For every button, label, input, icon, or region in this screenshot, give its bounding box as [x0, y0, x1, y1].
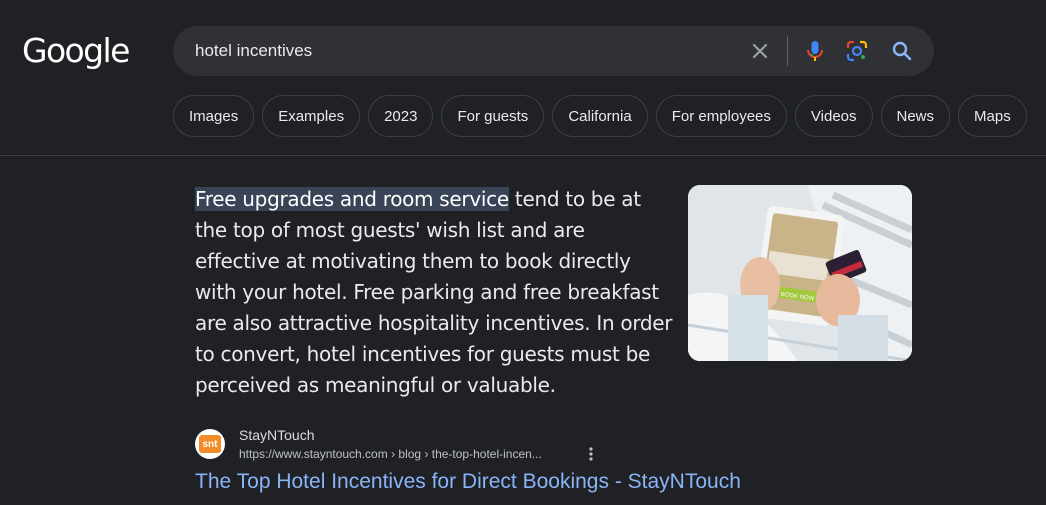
chip-maps[interactable]: Maps	[958, 95, 1027, 137]
featured-snippet-text: Free upgrades and room service tend to b…	[195, 184, 675, 401]
chip-california[interactable]: California	[552, 95, 648, 137]
site-favicon: snt	[195, 429, 225, 459]
chip-for-employees[interactable]: For employees	[655, 95, 787, 137]
snippet-highlight: Free upgrades and room service	[195, 187, 509, 211]
chip-examples[interactable]: Examples	[262, 95, 361, 137]
search-bar[interactable]	[173, 26, 934, 76]
site-name[interactable]: StayNTouch	[239, 427, 314, 443]
chip-images[interactable]: Images	[173, 95, 255, 137]
snippet-body: tend to be at the top of most guests' wi…	[195, 187, 673, 397]
snippet-thumbnail[interactable]: BOOK NOW	[688, 185, 912, 361]
result-title-link[interactable]: The Top Hotel Incentives for Direct Book…	[195, 470, 741, 494]
filter-chips: Images Examples 2023 For guests Californ…	[173, 95, 1027, 137]
close-icon[interactable]	[747, 38, 773, 64]
chip-2023[interactable]: 2023	[368, 95, 434, 137]
more-vert-icon[interactable]	[585, 445, 597, 463]
lens-camera-icon[interactable]	[844, 38, 870, 64]
header-divider	[0, 155, 1046, 156]
chip-for-guests[interactable]: For guests	[441, 95, 545, 137]
search-icon[interactable]	[889, 38, 915, 64]
site-url[interactable]: https://www.stayntouch.com › blog › the-…	[239, 447, 542, 461]
chip-news[interactable]: News	[880, 95, 951, 137]
search-input[interactable]	[195, 26, 715, 76]
chip-videos[interactable]: Videos	[794, 95, 873, 137]
search-divider	[787, 36, 788, 66]
favicon-logo: snt	[199, 435, 221, 453]
microphone-icon[interactable]	[802, 38, 828, 64]
google-logo[interactable]: Google	[22, 31, 130, 70]
